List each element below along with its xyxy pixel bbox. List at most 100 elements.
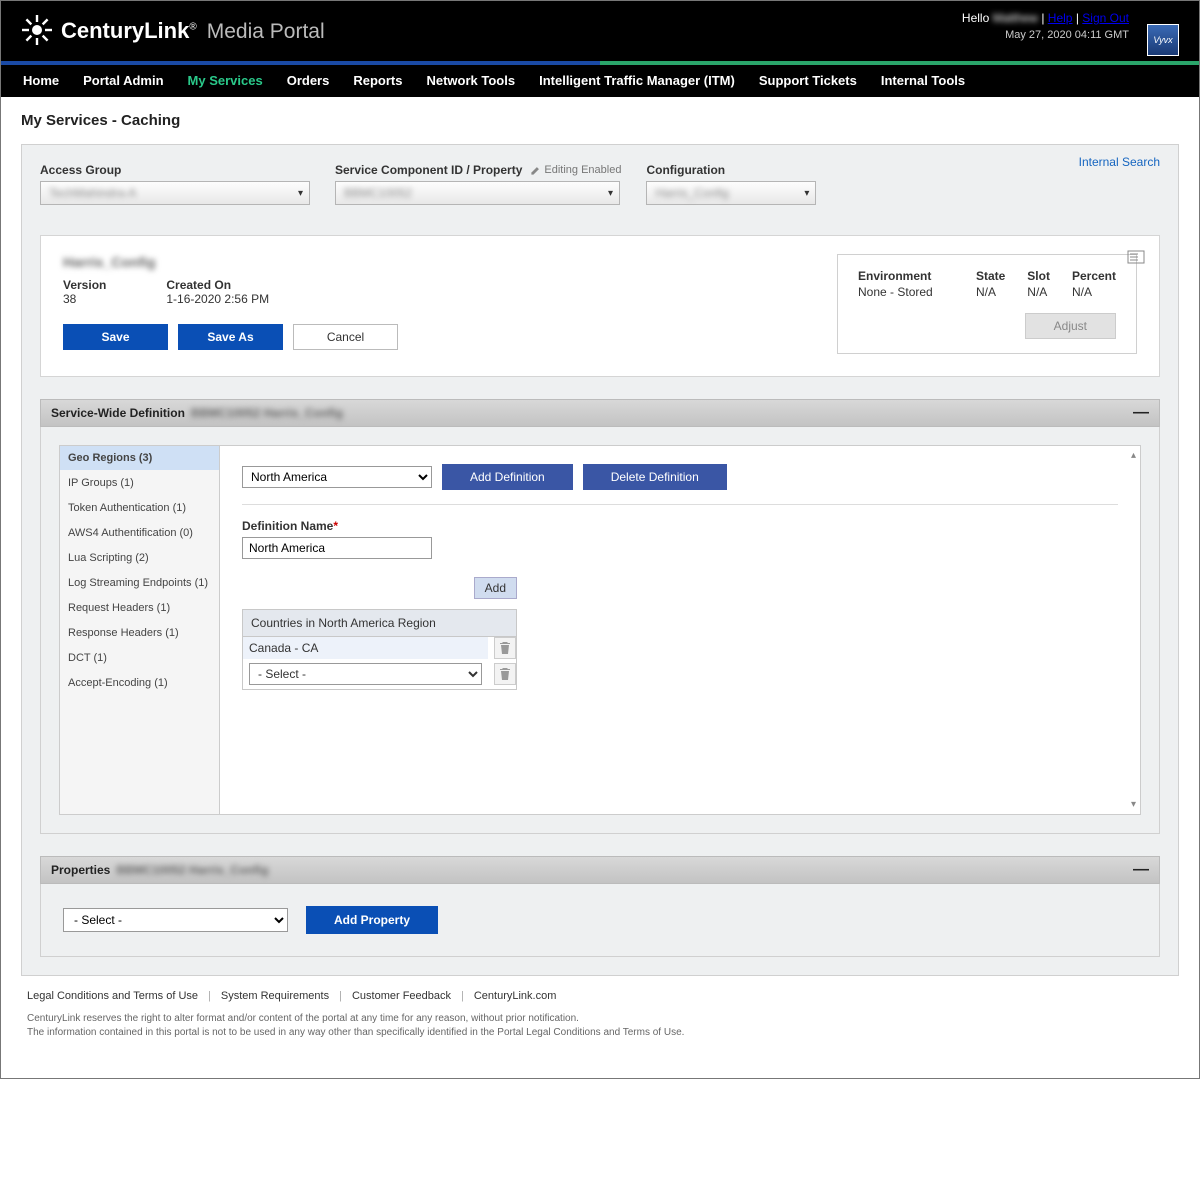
sidebar-item-log-streaming-endpoints-1-[interactable]: Log Streaming Endpoints (1) (60, 571, 219, 596)
sidebar-item-aws4-authentification-0-[interactable]: AWS4 Authentification (0) (60, 521, 219, 546)
footer-disclaimer-1: CenturyLink reserves the right to alter … (27, 1012, 1173, 1026)
sidebar-item-token-authentication-1-[interactable]: Token Authentication (1) (60, 496, 219, 521)
properties-subtitle-blur: BBMC10052 Harris_Config (116, 863, 268, 877)
config-label: Configuration (646, 163, 816, 177)
config-col: Configuration Harris_Config (646, 163, 816, 205)
nav-orders[interactable]: Orders (275, 65, 342, 97)
country-select[interactable]: - Select - (249, 663, 482, 685)
scid-dropdown[interactable]: BBMC10052 (335, 181, 620, 205)
global-header: CenturyLink® Media Portal Hello Matthew … (1, 1, 1199, 61)
nav-portal-admin[interactable]: Portal Admin (71, 65, 175, 97)
header-datetime: May 27, 2020 04:11 GMT (962, 29, 1129, 41)
countries-header: Countries in North America Region (243, 610, 516, 637)
sidebar-item-geo-regions-3-[interactable]: Geo Regions (3) (60, 446, 219, 471)
sidebar-item-lua-scripting-2-[interactable]: Lua Scripting (2) (60, 546, 219, 571)
document-icon[interactable] (1127, 250, 1145, 264)
swd-main: ▴ North America Add Definition Delete De… (220, 446, 1140, 814)
main-panel: Internal Search Access Group TechMahindr… (21, 144, 1179, 976)
nav-network-tools[interactable]: Network Tools (414, 65, 527, 97)
properties-title: Properties (51, 863, 110, 877)
nav-support-tickets[interactable]: Support Tickets (747, 65, 869, 97)
delete-country-button[interactable] (494, 637, 516, 659)
scid-col: Service Component ID / Property Editing … (335, 163, 621, 205)
add-definition-button[interactable]: Add Definition (442, 464, 573, 490)
sidebar-item-ip-groups-1-[interactable]: IP Groups (1) (60, 471, 219, 496)
swd-subtitle-blur: BBMC10052 Harris_Config (191, 406, 343, 420)
swd-collapse-icon[interactable]: — (1133, 406, 1149, 420)
version-value: 38 (63, 292, 106, 306)
save-button[interactable]: Save (63, 324, 168, 350)
definition-name-label: Definition Name* (242, 519, 1118, 533)
pencil-icon (530, 165, 541, 176)
add-property-button[interactable]: Add Property (306, 906, 438, 934)
config-name: Harris_Config (63, 254, 398, 270)
access-group-dropdown[interactable]: TechMahindra-A (40, 181, 310, 205)
env-head-environment: Environment (858, 269, 954, 283)
sidebar-item-accept-encoding-1-[interactable]: Accept-Encoding (1) (60, 671, 219, 696)
nav-reports[interactable]: Reports (341, 65, 414, 97)
created-value: 1-16-2020 2:56 PM (166, 292, 269, 306)
brand-title: CenturyLink® Media Portal (61, 18, 325, 44)
selectors-row: Access Group TechMahindra-A Service Comp… (40, 163, 1160, 205)
nav-home[interactable]: Home (11, 65, 71, 97)
swd-sidebar: Geo Regions (3)IP Groups (1)Token Authen… (60, 446, 220, 814)
version-label: Version (63, 278, 106, 292)
scid-label: Service Component ID / Property Editing … (335, 163, 621, 177)
env-head-percent: Percent (1072, 269, 1116, 283)
environment-box: Environment State Slot Percent None - St… (837, 254, 1137, 354)
scroll-down-icon[interactable]: ▾ (1131, 799, 1136, 810)
config-summary-box: Harris_Config Version 38 Created On 1-16… (40, 235, 1160, 377)
delete-definition-button[interactable]: Delete Definition (583, 464, 727, 490)
env-head-slot: Slot (1027, 269, 1050, 283)
cancel-button[interactable]: Cancel (293, 324, 398, 350)
help-link[interactable]: Help (1048, 11, 1073, 25)
footer-link-centurylink-com[interactable]: CenturyLink.com (474, 990, 557, 1002)
footer-link-system-requirements[interactable]: System Requirements (221, 990, 329, 1002)
add-country-button[interactable]: Add (474, 577, 517, 599)
delete-country-row-button[interactable] (494, 663, 516, 685)
config-dropdown[interactable]: Harris_Config (646, 181, 816, 205)
nav-internal-tools[interactable]: Internal Tools (869, 65, 977, 97)
hello-username: Matthew (993, 11, 1038, 25)
env-val-percent: N/A (1072, 285, 1116, 299)
created-label: Created On (166, 278, 269, 292)
properties-body: - Select - Add Property (40, 884, 1160, 957)
footer-links: Legal Conditions and Terms of Use|System… (27, 990, 1173, 1002)
internal-search-link[interactable]: Internal Search (1079, 155, 1160, 169)
adjust-button[interactable]: Adjust (1025, 313, 1116, 339)
sidebar-item-request-headers-1-[interactable]: Request Headers (1) (60, 596, 219, 621)
swd-header[interactable]: Service-Wide Definition BBMC10052 Harris… (40, 399, 1160, 427)
scroll-up-icon[interactable]: ▴ (1131, 450, 1136, 461)
nav-my-services[interactable]: My Services (176, 65, 275, 97)
swd-body: Geo Regions (3)IP Groups (1)Token Authen… (40, 427, 1160, 834)
access-group-col: Access Group TechMahindra-A (40, 163, 310, 205)
footer-link-customer-feedback[interactable]: Customer Feedback (352, 990, 451, 1002)
env-val-environment: None - Stored (858, 285, 954, 299)
config-summary-left: Harris_Config Version 38 Created On 1-16… (63, 254, 398, 354)
country-row-value: Canada - CA (249, 641, 482, 655)
hello-label: Hello (962, 11, 989, 25)
env-val-state: N/A (976, 285, 1005, 299)
primary-nav: HomePortal AdminMy ServicesOrdersReports… (1, 65, 1199, 97)
swd-title: Service-Wide Definition (51, 406, 185, 420)
access-group-label: Access Group (40, 163, 310, 177)
properties-header[interactable]: Properties BBMC10052 Harris_Config — (40, 856, 1160, 884)
definition-name-input[interactable] (242, 537, 432, 559)
env-head-state: State (976, 269, 1005, 283)
footer-disclaimer-2: The information contained in this portal… (27, 1026, 1173, 1040)
sidebar-item-response-headers-1-[interactable]: Response Headers (1) (60, 621, 219, 646)
countries-box: Countries in North America Region Canada… (242, 609, 517, 690)
nav-intelligent-traffic-manager-itm-[interactable]: Intelligent Traffic Manager (ITM) (527, 65, 747, 97)
page-body: My Services - Caching Internal Search Ac… (1, 97, 1199, 1078)
vyvx-logo: Vyvx (1147, 24, 1179, 56)
definition-select[interactable]: North America (242, 466, 432, 488)
save-as-button[interactable]: Save As (178, 324, 283, 350)
properties-collapse-icon[interactable]: — (1133, 863, 1149, 877)
editing-enabled-indicator: Editing Enabled (530, 164, 621, 176)
sidebar-item-dct-1-[interactable]: DCT (1) (60, 646, 219, 671)
signout-link[interactable]: Sign Out (1082, 11, 1129, 25)
env-val-slot: N/A (1027, 285, 1050, 299)
properties-select[interactable]: - Select - (63, 908, 288, 932)
footer-link-legal-conditions-and-terms-of-use[interactable]: Legal Conditions and Terms of Use (27, 990, 198, 1002)
header-user-area: Hello Matthew | Help | Sign Out May 27, … (962, 11, 1129, 41)
